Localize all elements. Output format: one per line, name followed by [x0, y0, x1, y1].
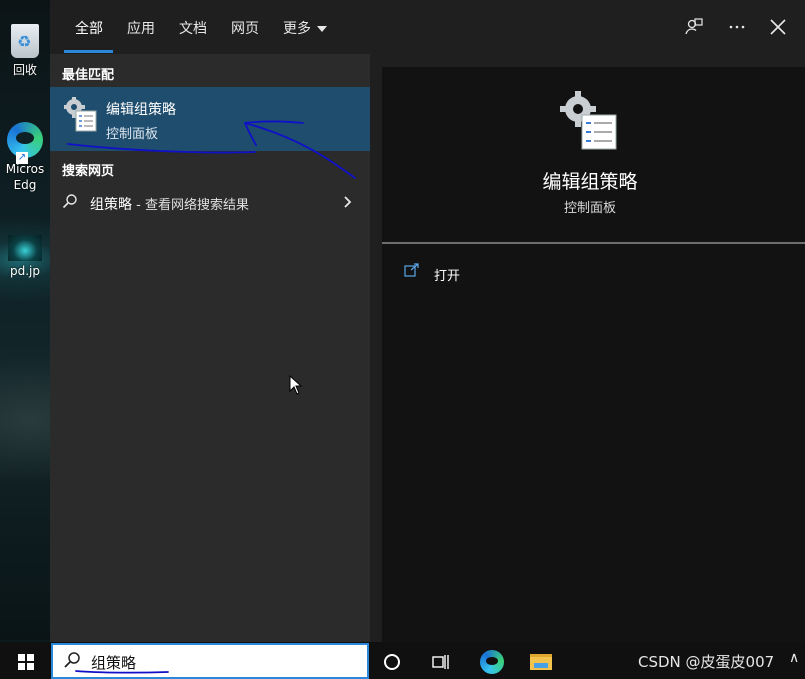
- tray-chevron-up-icon[interactable]: ∧: [789, 650, 799, 666]
- best-match-heading: 最佳匹配: [62, 68, 115, 83]
- tab-more-label: 更多: [283, 21, 311, 37]
- web-search-heading: 搜索网页: [62, 164, 115, 179]
- cortana-icon[interactable]: [384, 654, 400, 670]
- taskbar-edge-icon[interactable]: [480, 650, 504, 674]
- search-input[interactable]: [91, 651, 291, 673]
- open-icon: [404, 263, 420, 281]
- file-explorer-icon[interactable]: [530, 654, 552, 670]
- watermark-text: CSDN @皮蛋皮007: [638, 653, 775, 671]
- results-list: 最佳匹配 编辑组策略 控制面板 搜索网页 组策略 - 查看网络搜索结果: [50, 54, 370, 642]
- best-match-subtitle: 控制面板: [106, 127, 159, 142]
- best-match-title: 编辑组策略: [106, 102, 176, 118]
- mouse-cursor-icon: [289, 375, 303, 395]
- desktop-icon-label: 回收: [12, 63, 37, 77]
- preview-subtitle: 控制面板: [563, 201, 616, 216]
- web-search-result[interactable]: 组策略 - 查看网络搜索结果: [50, 188, 370, 218]
- best-match-result[interactable]: 编辑组策略 控制面板: [50, 87, 370, 151]
- preview-pane: 编辑组策略 控制面板 打开: [382, 67, 805, 642]
- tab-more[interactable]: 更多: [283, 18, 327, 38]
- group-policy-icon: [64, 97, 97, 132]
- preview-title: 编辑组策略: [542, 171, 638, 193]
- group-policy-large-icon: [560, 91, 617, 150]
- tab-apps[interactable]: 应用: [127, 18, 155, 38]
- start-search-panel: 全部 应用 文档 网页 更多 最佳匹配 编辑组策略 控制面板 搜索网页 组策略 …: [50, 0, 805, 642]
- active-tab-indicator: [64, 50, 113, 53]
- feedback-icon[interactable]: [684, 17, 704, 42]
- open-action-label: 打开: [434, 269, 461, 284]
- task-view-icon[interactable]: [432, 654, 450, 670]
- shortcut-arrow-icon: ↗: [16, 152, 28, 164]
- desktop-icon-recycle-bin[interactable]: 回收: [0, 24, 50, 78]
- divider: [382, 242, 805, 244]
- chevron-down-icon: [317, 26, 327, 32]
- image-file-icon: [8, 235, 42, 261]
- chevron-right-icon[interactable]: [342, 190, 354, 219]
- desktop-icon-label: Micros Edg: [5, 162, 45, 192]
- search-icon: [63, 651, 81, 673]
- windows-start-icon[interactable]: [18, 654, 34, 670]
- desktop-icon-edge[interactable]: ↗ Micros Edg: [0, 122, 50, 193]
- desktop-icon-label: pd.jp: [10, 264, 40, 278]
- tab-all[interactable]: 全部: [75, 18, 103, 38]
- search-filter-bar: 全部 应用 文档 网页 更多: [50, 0, 805, 54]
- more-icon[interactable]: [727, 17, 747, 42]
- tab-documents[interactable]: 文档: [179, 18, 207, 38]
- desktop-icon-pd-image[interactable]: pd.jp: [0, 235, 50, 278]
- search-icon: [62, 193, 78, 213]
- taskbar-search-box[interactable]: [51, 643, 369, 679]
- web-search-query: 组策略 - 查看网络搜索结果: [90, 194, 249, 214]
- web-search-hint: - 查看网络搜索结果: [132, 198, 249, 213]
- tab-web[interactable]: 网页: [231, 18, 259, 38]
- recycle-bin-icon: [11, 24, 39, 58]
- close-icon[interactable]: [768, 17, 788, 42]
- web-search-query-text: 组策略: [90, 197, 132, 213]
